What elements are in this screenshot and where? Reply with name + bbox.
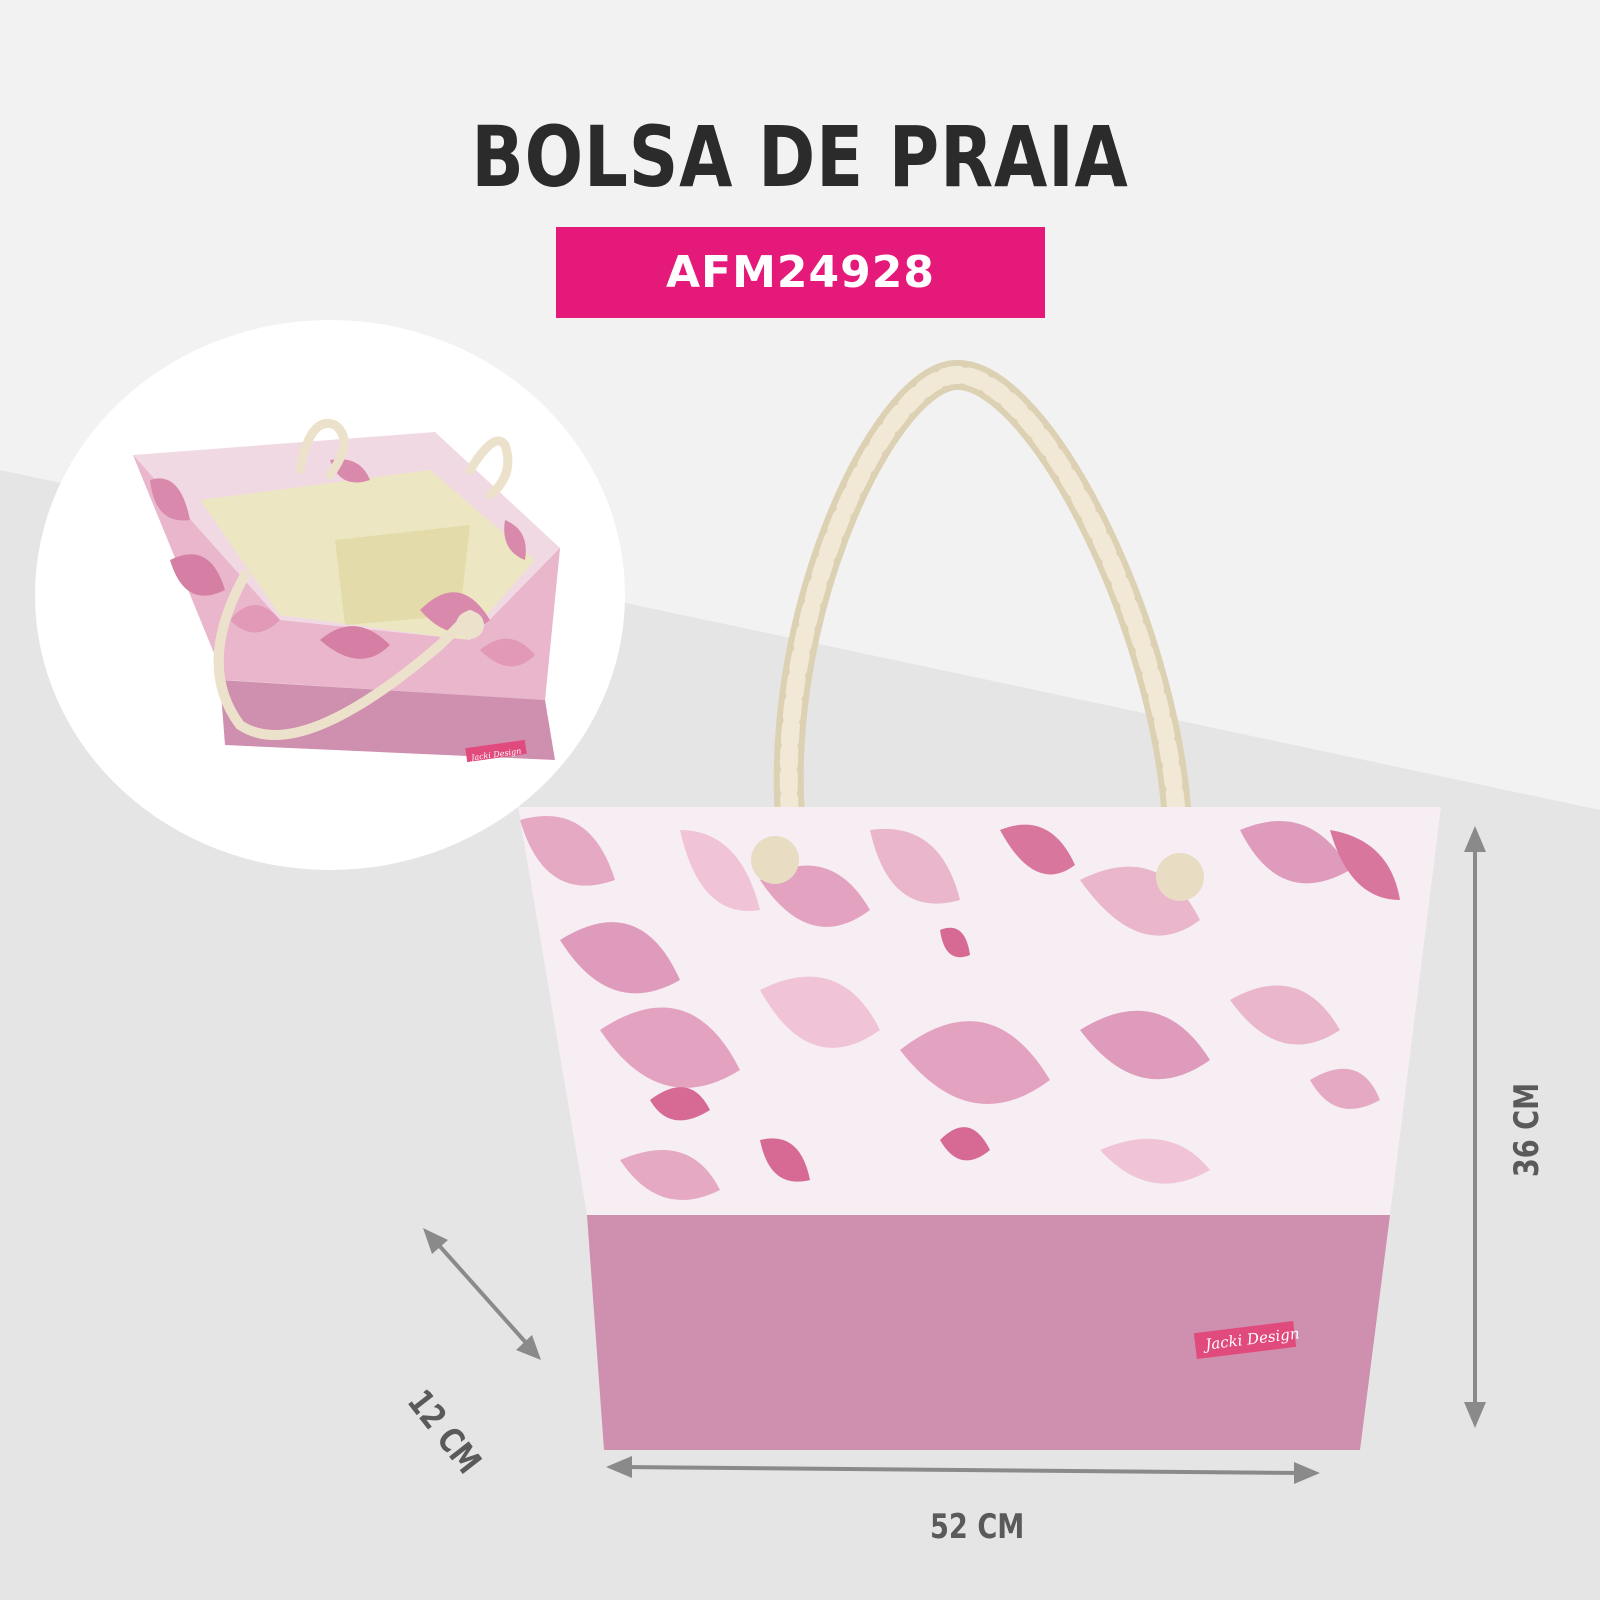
width-dimension-label: 52 CM [930, 1507, 1025, 1547]
dimension-arrows [423, 826, 1486, 1484]
width-arrow [624, 1465, 1301, 1475]
height-dimension-label: 36 CM [1506, 1082, 1547, 1178]
depth-arrow [434, 1240, 530, 1347]
